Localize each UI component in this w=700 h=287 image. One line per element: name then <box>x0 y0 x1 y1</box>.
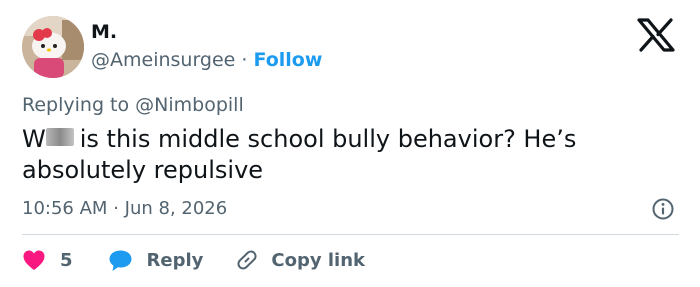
link-icon <box>237 250 257 270</box>
tweet-time: 10:56 AM <box>22 198 108 219</box>
tweet-timestamp[interactable]: 10:56 AM · Jun 8, 2026 <box>22 196 227 222</box>
info-icon[interactable] <box>651 197 675 221</box>
reply-label: Reply <box>146 249 204 271</box>
tweet-actions: 5 Reply Copy link <box>22 246 365 274</box>
reply-button[interactable]: Reply <box>108 249 204 272</box>
avatar-image <box>22 16 84 78</box>
follow-button[interactable]: Follow <box>254 49 323 71</box>
handle-separator: · <box>241 49 248 71</box>
divider <box>22 234 679 235</box>
avatar[interactable] <box>22 16 84 78</box>
tweet-date: Jun 8, 2026 <box>124 198 228 219</box>
tweet-text: Wis this middle school bully behavior? H… <box>22 125 577 184</box>
chat-bubble-icon <box>109 250 132 271</box>
heart-icon <box>23 250 45 270</box>
copy-link-button[interactable]: Copy link <box>235 248 365 272</box>
like-button[interactable]: 5 <box>22 249 73 271</box>
author-name[interactable]: M. <box>91 20 117 44</box>
tweet-text-content: is this middle school bully behavior? He… <box>22 125 577 184</box>
x-logo-icon[interactable] <box>636 18 676 52</box>
author-handle[interactable]: @Ameinsurgee <box>91 49 235 71</box>
embedded-tweet-card: M. @Ameinsurgee · Follow Replying to @Ni… <box>0 0 700 287</box>
timestamp-separator: · <box>113 198 119 219</box>
author-handle-row: @Ameinsurgee · Follow <box>91 47 322 73</box>
like-count: 5 <box>60 249 73 271</box>
copy-link-label: Copy link <box>271 249 365 271</box>
replying-to[interactable]: Replying to @Nimbopill <box>22 92 244 118</box>
censored-word <box>45 128 74 146</box>
